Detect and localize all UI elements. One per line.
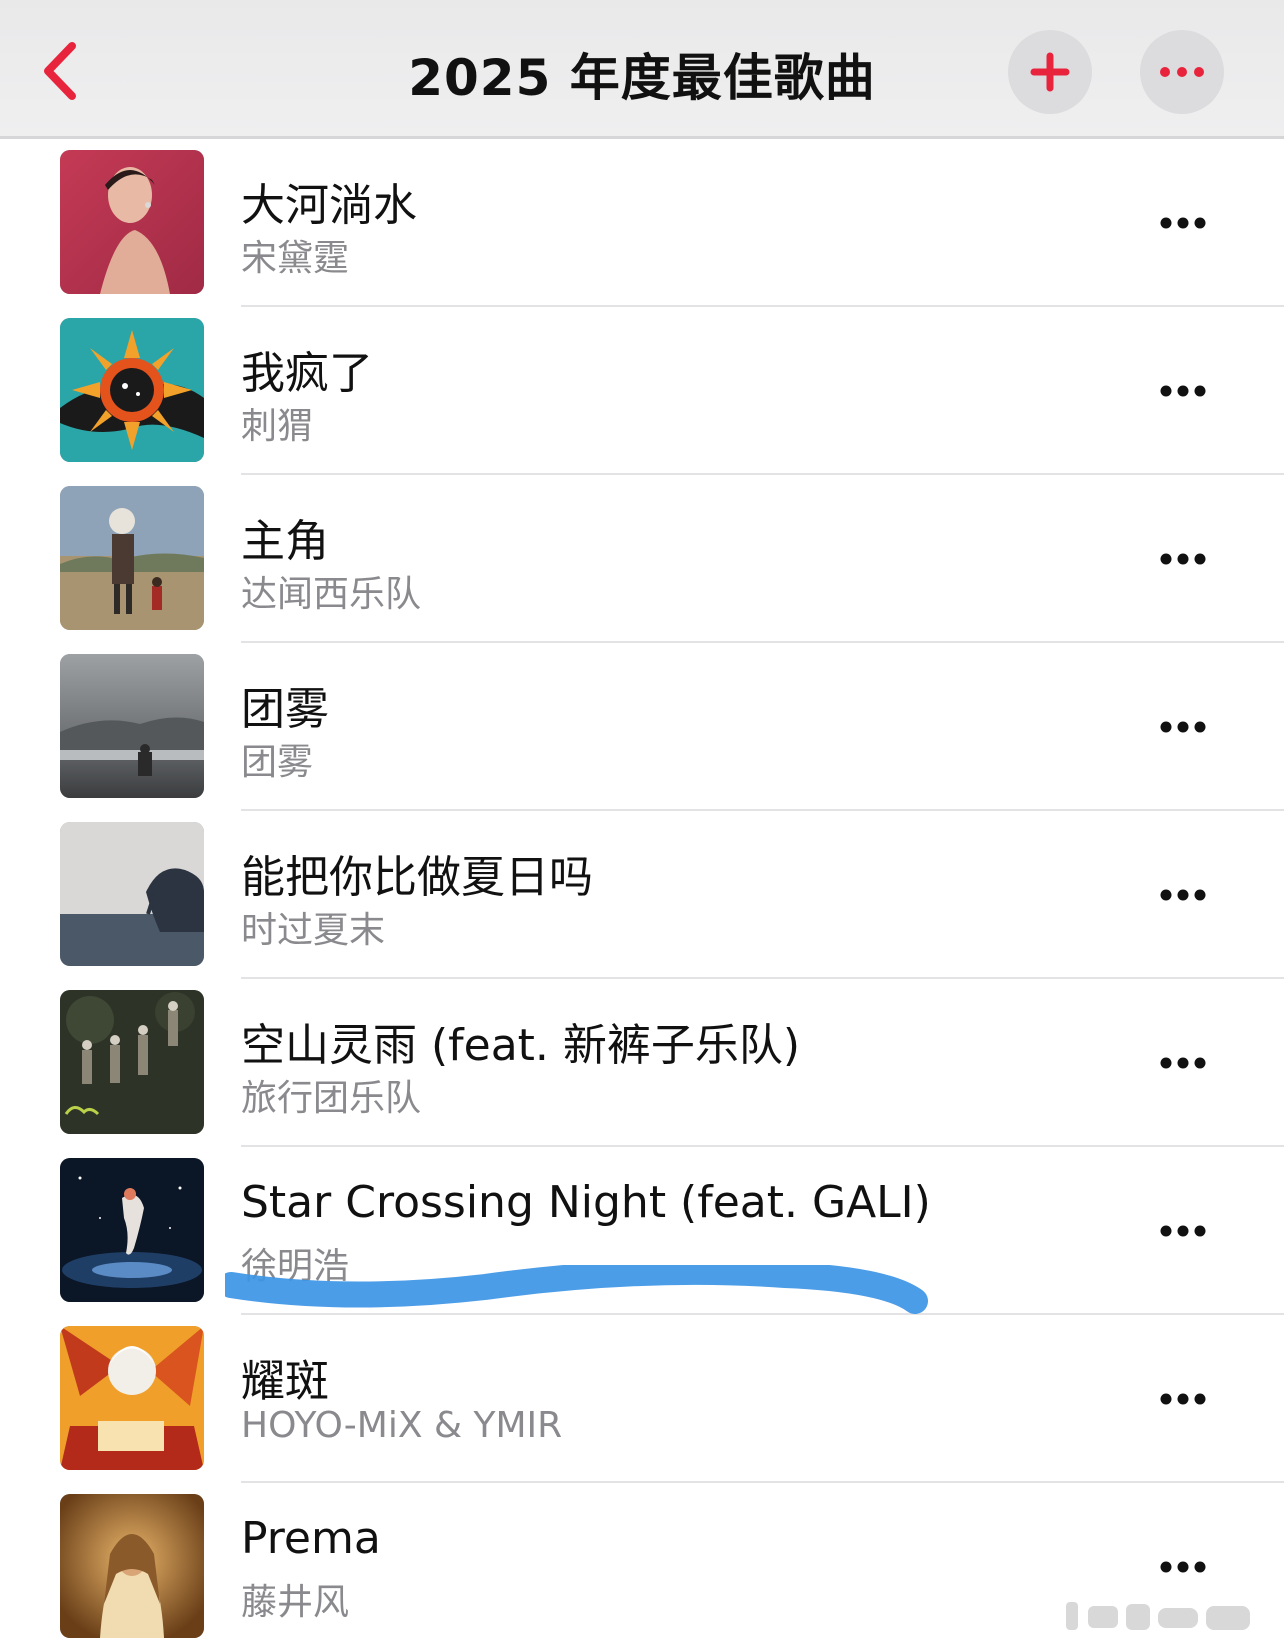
song-list: 大河淌水 宋黛霆 我疯了 刺猬 主角 达闻西乐队 团雾 团雾 能把你比做夏日吗 … [0,139,1284,1651]
ellipsis-icon [1160,553,1206,565]
ellipsis-icon [1160,1393,1206,1405]
song-more-button[interactable] [1148,1547,1218,1587]
song-title: 耀斑 [241,1356,329,1407]
song-artist: 旅行团乐队 [241,1078,422,1119]
album-artwork [60,990,204,1134]
song-more-button[interactable] [1148,203,1218,243]
song-more-button[interactable] [1148,1043,1218,1083]
album-artwork [60,654,204,798]
album-artwork [60,1326,204,1470]
song-artist: 宋黛霆 [241,238,350,279]
ellipsis-icon [1160,721,1206,733]
ellipsis-icon [1160,1225,1206,1237]
song-title: 能把你比做夏日吗 [241,852,593,903]
ellipsis-icon [1160,1057,1206,1069]
add-button[interactable] [1008,30,1092,114]
navigation-bar: 2025 年度最佳歌曲 [0,0,1284,139]
song-row[interactable]: 主角 达闻西乐队 [0,475,1284,643]
ellipsis-icon [1160,889,1206,901]
song-artist: 徐明浩 [241,1246,350,1287]
song-title: 主角 [241,516,329,567]
ellipsis-icon [1160,67,1204,77]
ellipsis-icon [1160,1561,1206,1573]
more-options-button[interactable] [1140,30,1224,114]
album-artwork [60,1158,204,1302]
album-artwork [60,1494,204,1638]
album-artwork [60,150,204,294]
song-title: 大河淌水 [241,180,417,231]
watermark [1066,1602,1250,1630]
song-artist: 时过夏末 [241,910,386,951]
song-artist: 团雾 [241,742,314,783]
song-row[interactable]: 空山灵雨 (feat. 新裤子乐队) 旅行团乐队 [0,979,1284,1147]
ellipsis-icon [1160,217,1206,229]
ellipsis-icon [1160,385,1206,397]
song-row[interactable]: 耀斑 HOYO-MiX & YMIR [0,1315,1284,1483]
album-artwork [60,318,204,462]
song-more-button[interactable] [1148,539,1218,579]
song-title: Prema [241,1513,381,1564]
song-row[interactable]: 我疯了 刺猬 [0,307,1284,475]
song-more-button[interactable] [1148,1211,1218,1251]
album-artwork [60,822,204,966]
song-more-button[interactable] [1148,371,1218,411]
song-more-button[interactable] [1148,1379,1218,1419]
plus-icon [1030,52,1070,92]
song-title: Star Crossing Night (feat. GALI) [241,1177,931,1228]
song-artist: 达闻西乐队 [241,574,422,615]
song-title: 空山灵雨 (feat. 新裤子乐队) [241,1020,801,1071]
song-title: 团雾 [241,684,329,735]
song-artist: HOYO-MiX & YMIR [241,1405,563,1446]
song-title: 我疯了 [241,348,373,399]
album-artwork [60,486,204,630]
song-more-button[interactable] [1148,707,1218,747]
song-row[interactable]: 大河淌水 宋黛霆 [0,139,1284,307]
song-row[interactable]: 能把你比做夏日吗 时过夏末 [0,811,1284,979]
song-more-button[interactable] [1148,875,1218,915]
song-row[interactable]: Star Crossing Night (feat. GALI) 徐明浩 [0,1147,1284,1315]
song-artist: 藤井风 [241,1582,350,1623]
song-row[interactable]: 团雾 团雾 [0,643,1284,811]
song-artist: 刺猬 [241,406,314,447]
